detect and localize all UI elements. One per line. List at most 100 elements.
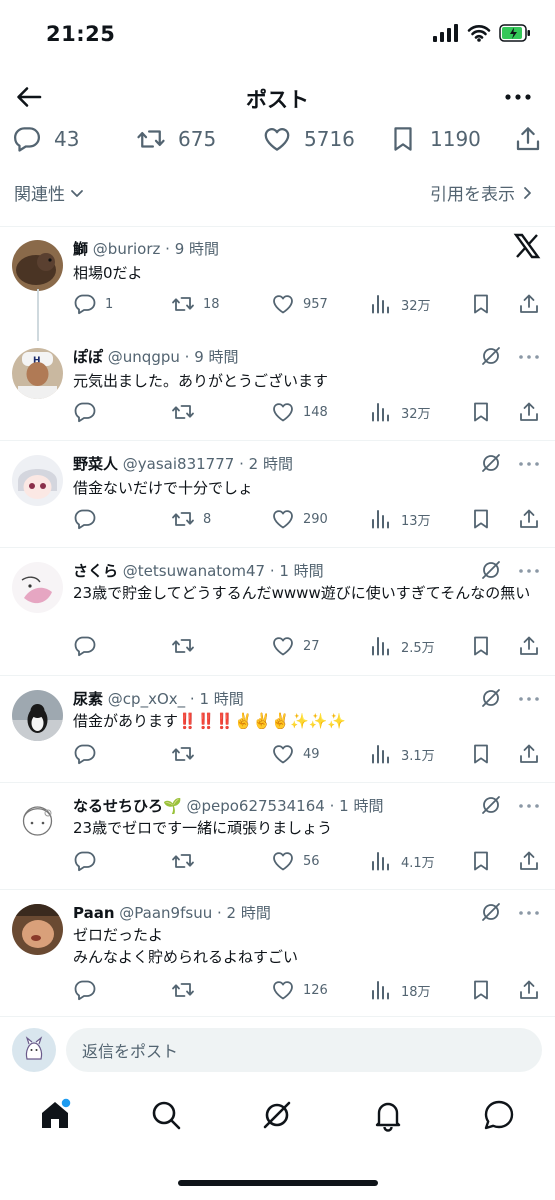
repost-button[interactable]: 8 [171,507,211,531]
views-button[interactable]: 4.1万 [369,849,435,873]
share-button[interactable] [517,634,541,658]
home-icon[interactable] [38,1098,72,1132]
share-button[interactable] [517,400,541,424]
reply-icon [73,634,97,658]
views-button[interactable]: 32万 [369,400,431,424]
view-quotes-link[interactable]: 引用を表示 [430,180,535,205]
repost-button[interactable]: 18 [171,292,220,316]
bookmark-button[interactable] [469,978,493,1002]
views-button[interactable]: 13万 [369,507,431,531]
avatar[interactable] [12,455,63,506]
grok-icon[interactable] [479,900,503,924]
more-icon[interactable] [517,457,541,471]
notifications-icon[interactable] [371,1098,405,1132]
more-icon[interactable] [517,350,541,364]
author-name[interactable]: なるせちひろ🌱 [73,797,182,815]
views-button[interactable]: 2.5万 [369,634,435,658]
grok-icon[interactable] [479,558,503,582]
reply-button[interactable] [73,978,105,1002]
share-button[interactable] [517,507,541,531]
views-button[interactable]: 18万 [369,978,431,1002]
sort-dropdown[interactable]: 関連性 [14,180,85,205]
author-handle[interactable]: @tetsuwanatom47 [123,562,265,580]
author-handle[interactable]: @yasai831777 [123,455,235,473]
share-button[interactable] [517,742,541,766]
author-name[interactable]: 尿素 [73,690,103,708]
grok-icon[interactable] [479,686,503,710]
bookmark-button[interactable] [469,742,493,766]
reply-actions: 8 290 13万 [73,507,543,533]
avatar[interactable] [12,797,63,848]
author-name[interactable]: さくら [73,562,118,580]
share-button[interactable] [513,124,543,154]
like-button[interactable]: 56 [271,849,320,873]
share-button[interactable] [517,292,541,316]
bookmark-button[interactable] [469,634,493,658]
reply-button[interactable]: 1 [73,292,113,316]
sort-row: 関連性 引用を表示 [0,178,555,210]
grok-icon[interactable] [479,793,503,817]
avatar[interactable] [12,904,63,955]
repost-button[interactable] [171,634,203,658]
share-button[interactable] [517,978,541,1002]
likes-stat[interactable]: 5716 [262,124,355,154]
search-icon[interactable] [149,1098,183,1132]
author-handle[interactable]: @cp_xOx_ [108,690,185,708]
like-button[interactable]: 49 [271,742,320,766]
reply-text: ゼロだったよ みんなよく貯められるよねすごい [73,924,541,968]
like-button[interactable]: 27 [271,634,320,658]
bookmarks-stat[interactable]: 1190 [388,124,481,154]
grok-icon[interactable] [479,344,503,368]
views-button[interactable]: 3.1万 [369,742,435,766]
author-handle[interactable]: @Paan9fsuu [119,904,212,922]
author-name[interactable]: ぽぽ [73,348,103,366]
more-icon[interactable] [517,692,541,706]
repost-button[interactable] [171,849,203,873]
repost-icon [171,978,195,1002]
author-name[interactable]: 鰤 [73,240,88,258]
author-name[interactable]: 野菜人 [73,455,118,473]
avatar[interactable]: H [12,348,63,399]
bookmark-icon [469,292,493,316]
more-icon[interactable] [503,84,533,110]
repost-button[interactable] [171,742,203,766]
avatar[interactable] [12,690,63,741]
more-icon[interactable] [517,906,541,920]
reply-text: 23歳で貯金してどうするんだwwww遊びに使いすぎてそんなの無い [73,584,531,602]
reposts-stat[interactable]: 675 [136,124,216,154]
more-icon[interactable] [517,799,541,813]
post-time: · 1 時間 [329,797,384,815]
grok-icon[interactable] [260,1098,294,1132]
bookmark-button[interactable] [469,400,493,424]
my-avatar[interactable] [12,1028,56,1072]
reply-input[interactable]: 返信をポスト [66,1028,542,1072]
grok-icon[interactable] [479,451,503,475]
like-button[interactable]: 148 [271,400,328,424]
bookmark-button[interactable] [469,507,493,531]
reply-button[interactable] [73,400,105,424]
reply-button[interactable] [73,742,105,766]
share-button[interactable] [517,849,541,873]
bookmark-button[interactable] [469,849,493,873]
repost-button[interactable] [171,400,203,424]
repost-button[interactable] [171,978,203,1002]
like-button[interactable]: 957 [271,292,328,316]
status-time: 21:25 [46,22,116,46]
more-icon[interactable] [517,564,541,578]
avatar[interactable] [12,240,63,291]
views-button[interactable]: 32万 [369,292,431,316]
author-name[interactable]: Paan [73,904,115,922]
replies-stat[interactable]: 43 [12,124,79,154]
author-handle[interactable]: @buriorz [93,240,161,258]
reply-button[interactable] [73,634,105,658]
bookmark-button[interactable] [469,292,493,316]
reply-button[interactable] [73,849,105,873]
author-handle[interactable]: @pepo627534164 [186,797,324,815]
like-button[interactable]: 126 [271,978,328,1002]
like-button[interactable]: 290 [271,507,328,531]
reply-button[interactable] [73,507,105,531]
views-icon [369,507,393,531]
avatar[interactable] [12,562,63,613]
author-handle[interactable]: @unqgpu [108,348,180,366]
messages-icon[interactable] [482,1098,516,1132]
